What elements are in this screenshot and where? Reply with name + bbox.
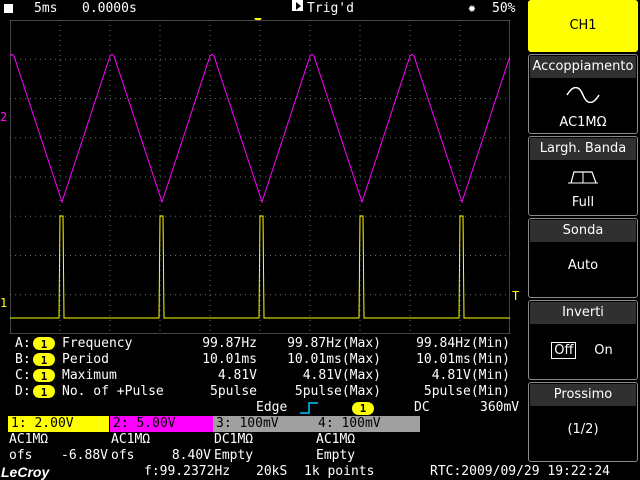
measurement-slot: D: <box>15 384 31 399</box>
probe-menu-button[interactable]: Sonda Auto <box>528 218 638 298</box>
measurement-name: Frequency <box>62 336 133 351</box>
measurement-slot: A: <box>15 336 31 351</box>
measurement-min: 99.84Hz(Min) <box>416 336 510 351</box>
invert-menu-button[interactable]: Inverti Off On <box>528 300 638 380</box>
ch3-scale: 3: 100mV <box>213 416 315 432</box>
ch2-coupling: AC1MΩ <box>111 432 151 447</box>
next-page-menu-button[interactable]: Prossimo (1/2) <box>528 382 638 462</box>
measurement-min: 4.81V(Min) <box>431 368 510 383</box>
invert-off-option[interactable]: Off <box>551 342 577 359</box>
measurement-max: 10.01ms(Max) <box>287 352 381 367</box>
ch1-info-box[interactable]: 1: 2.00V AC1MΩ ofs -6.88V <box>8 416 110 464</box>
coupling-value: AC1MΩ <box>559 115 607 130</box>
rising-edge-icon <box>300 402 320 414</box>
ch1-coupling: AC1MΩ <box>9 432 49 447</box>
bottom-status-bar: LeCroy f:99.2372Hz 20kS 1k points RTC:20… <box>0 464 640 480</box>
coupling-menu-button[interactable]: Accoppiamento AC1MΩ <box>528 54 638 134</box>
trigger-source: 1 <box>352 401 374 416</box>
invert-on-option[interactable]: On <box>592 343 614 358</box>
trigger-type: Edge <box>256 400 288 415</box>
measurement-min: 5pulse(Min) <box>423 384 510 399</box>
waveform-display[interactable] <box>10 20 510 334</box>
measurement-value: 99.87Hz <box>202 336 257 351</box>
battery-level: 50% <box>492 1 516 16</box>
bandwidth-title: Largh. Banda <box>530 138 636 160</box>
measurement-row: B: 1 Period 10.01ms 10.01ms(Max) 10.01ms(Min) <box>15 352 510 367</box>
ch4-coupling: AC1MΩ <box>316 432 356 447</box>
trigger-status: Trig'd <box>307 1 354 16</box>
ch3-status: Empty <box>214 448 254 463</box>
ac-coupling-icon <box>529 79 637 115</box>
bandwidth-value: Full <box>571 195 595 210</box>
measurement-value: 5pulse <box>210 384 257 399</box>
coupling-title: Accoppiamento <box>530 56 636 78</box>
trigger-info-row: Edge 1 DC 360mV <box>0 400 527 416</box>
ch1-offset: -6.88V <box>61 448 108 463</box>
ch2-ground-marker[interactable]: 2 <box>0 110 7 124</box>
invert-title: Inverti <box>530 302 636 324</box>
invert-toggle[interactable]: Off On <box>529 342 637 359</box>
bandwidth-menu-button[interactable]: Largh. Banda Full <box>528 136 638 216</box>
next-title: Prossimo <box>530 384 636 406</box>
measurement-name: Maximum <box>62 368 117 383</box>
ch2-scale: 2: 5.00V <box>110 416 213 432</box>
ch4-scale: 4: 100mV <box>315 416 420 432</box>
measurement-name: Period <box>62 352 109 367</box>
measurement-value: 10.01ms <box>202 352 257 367</box>
measurement-max: 99.87Hz(Max) <box>287 336 381 351</box>
ch1-ground-marker[interactable]: 1 <box>0 296 7 310</box>
sample-rate: 20kS <box>256 464 288 479</box>
ch2-info-box[interactable]: 2: 5.00V AC1MΩ ofs 8.40V <box>110 416 213 464</box>
ch1-scale: 1: 2.00V <box>8 416 109 432</box>
record-length: 1k points <box>304 464 375 479</box>
measurement-row: D: 1 No. of +Pulse 5pulse 5pulse(Max) 5pulse(… <box>15 384 510 399</box>
ch2-offset: 8.40V <box>171 448 211 463</box>
ch1-offset-row: ofs -6.88V <box>9 448 108 463</box>
bandwidth-filter-icon <box>529 161 637 195</box>
ch3-info-box[interactable]: 3: 100mV DC1MΩ Empty <box>213 416 315 464</box>
probe-title: Sonda <box>530 220 636 242</box>
real-time-clock: RTC:2009/09/29 19:22:24 <box>430 464 611 479</box>
measurement-value: 4.81V <box>217 368 257 383</box>
measurement-slot: C: <box>15 368 31 383</box>
battery-icon: ✹ <box>468 1 476 16</box>
measurement-row: C: 1 Maximum 4.81V 4.81V(Max) 4.81V(Min) <box>15 368 510 383</box>
ch4-status: Empty <box>316 448 356 463</box>
measurement-name: No. of +Pulse <box>62 384 164 399</box>
timebase-readout: 5ms <box>34 1 58 16</box>
channel-menu-header[interactable]: CH1 <box>528 0 638 52</box>
trigger-level-marker[interactable]: T <box>512 289 519 303</box>
measurement-min: 10.01ms(Min) <box>416 352 510 367</box>
delay-readout: 0.0000s <box>82 1 137 16</box>
trigger-level: 360mV <box>480 400 520 415</box>
measurement-row: A: 1 Frequency 99.87Hz 99.87Hz(Max) 99.84Hz(M… <box>15 336 510 351</box>
frequency-counter: f:99.2372Hz <box>144 464 231 479</box>
next-page-indicator: (1/2) <box>567 422 599 437</box>
ch3-coupling: DC1MΩ <box>214 432 254 447</box>
measurement-slot: B: <box>15 352 31 367</box>
trigger-coupling: DC <box>414 400 430 415</box>
ch2-offset-row: ofs 8.40V <box>111 448 211 463</box>
top-status-bar: 5ms 0.0000s Trig'd ✹ 50% <box>0 0 527 17</box>
brand-logo: LeCroy <box>1 464 50 480</box>
measurement-max: 5pulse(Max) <box>294 384 381 399</box>
probe-value: Auto <box>567 258 599 273</box>
measurement-max: 4.81V(Max) <box>302 368 381 383</box>
ch4-info-box[interactable]: 4: 100mV AC1MΩ Empty <box>315 416 420 464</box>
